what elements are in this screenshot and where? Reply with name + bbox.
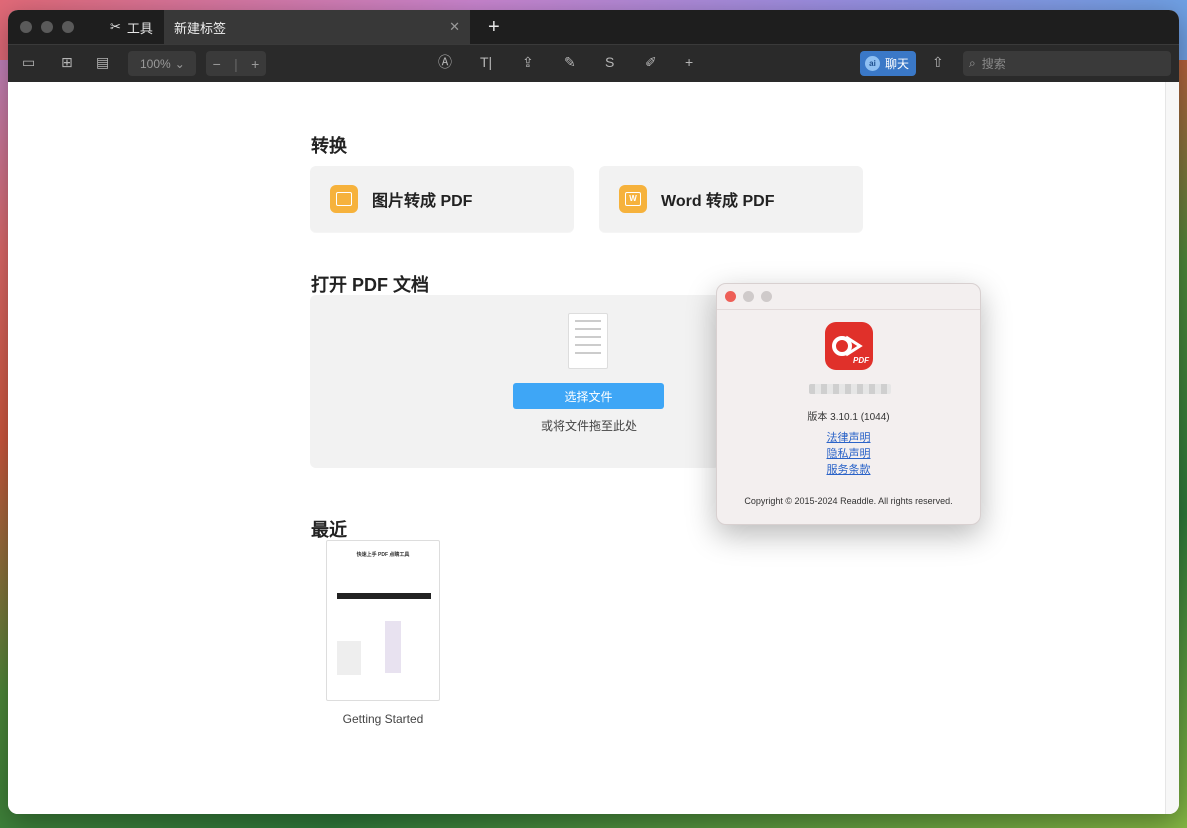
note-icon[interactable]: ✎: [564, 55, 576, 69]
tab-new[interactable]: 新建标签 ✕: [164, 10, 470, 44]
zoom-select[interactable]: 100% ⌄: [128, 51, 196, 76]
sidebar-toggle-icon[interactable]: ▭: [22, 55, 35, 69]
word-icon: W: [619, 185, 647, 213]
recent-file-name: Getting Started: [342, 712, 424, 726]
thumb-graphic: [385, 621, 401, 673]
new-tab-button[interactable]: +: [488, 17, 500, 37]
zoom-value: 100%: [140, 56, 171, 71]
thumbnails-icon[interactable]: ⊞: [61, 55, 73, 69]
card-label: Word 转成 PDF: [661, 193, 775, 210]
zoom-window-button[interactable]: [62, 21, 74, 33]
thumb-bar: [337, 593, 431, 599]
about-dialog: PDF 版本 3.10.1 (1044) 法律声明 隐私声明 服务条款 Copy…: [716, 283, 981, 525]
divider: |: [234, 55, 238, 72]
word-to-pdf-button[interactable]: W Word 转成 PDF: [599, 166, 863, 232]
image-to-pdf-button[interactable]: 图片转成 PDF: [310, 166, 574, 232]
strikethrough-icon[interactable]: S: [605, 55, 614, 69]
thumb-graphic: [337, 641, 361, 675]
text-tool-icon[interactable]: T|: [480, 55, 492, 69]
drop-hint: 或将文件拖至此处: [540, 419, 637, 433]
chat-button[interactable]: ai 聊天: [860, 51, 916, 76]
open-pdf-heading: 打开 PDF 文档: [311, 275, 430, 295]
toolbar: ▭ ⊞ ▤ 100% ⌄ − | + Ⓐ T| ⇪ ✎ S ✐ + ai 聊天 …: [8, 44, 1179, 82]
version-text: 版本 3.10.1 (1044): [807, 412, 890, 423]
image-icon: [330, 185, 358, 213]
zoom-dialog-button: [761, 291, 772, 302]
app-logo-icon: PDF: [825, 322, 873, 370]
share-upload-icon[interactable]: ⇪: [522, 55, 534, 69]
page-layout-icon[interactable]: ▤: [96, 55, 109, 69]
recent-file-thumbnail[interactable]: 快速上手 PDF 点睛工具: [326, 540, 440, 701]
privacy-link[interactable]: 隐私声明: [717, 445, 980, 461]
scrollbar[interactable]: [1165, 82, 1179, 814]
close-dialog-button[interactable]: [725, 291, 736, 302]
chevron-down-icon: ⌄: [174, 56, 185, 71]
app-window: ✂ 工具 新建标签 ✕ + ▭ ⊞ ▤ 100% ⌄ − | + Ⓐ T| ⇪ …: [8, 10, 1179, 814]
tab-label: 工具: [126, 20, 153, 36]
convert-heading: 转换: [311, 136, 347, 156]
window-controls: [20, 21, 74, 33]
close-tab-icon[interactable]: ✕: [449, 19, 460, 35]
ai-icon: ai: [865, 56, 880, 71]
zoom-stepper: − | +: [206, 51, 266, 76]
card-label: 图片转成 PDF: [372, 193, 473, 210]
search-input[interactable]: [981, 56, 1152, 71]
document-icon: [568, 313, 608, 369]
about-titlebar: [717, 284, 980, 310]
share-icon[interactable]: ⇧: [932, 55, 944, 69]
thumb-title: 快速上手 PDF 点睛工具: [356, 552, 410, 558]
close-window-button[interactable]: [20, 21, 32, 33]
text-box-icon[interactable]: Ⓐ: [438, 55, 452, 69]
recent-heading: 最近: [311, 520, 347, 540]
terms-link[interactable]: 服务条款: [717, 461, 980, 477]
minimize-window-button[interactable]: [41, 21, 53, 33]
copyright-text: Copyright © 2015-2024 Readdle. All right…: [744, 496, 953, 506]
chat-label: 聊天: [885, 57, 910, 71]
add-tool-icon[interactable]: +: [685, 55, 693, 69]
start-page: 转换 图片转成 PDF W Word 转成 PDF 打开 PDF 文档 选择文件…: [8, 82, 1165, 814]
tools-icon: ✂: [110, 19, 121, 34]
search-icon: ⌕: [969, 56, 976, 70]
app-name-redacted: [809, 384, 891, 394]
legal-link[interactable]: 法律声明: [717, 429, 980, 445]
logo-text: PDF: [853, 356, 869, 365]
tab-tools[interactable]: ✂ 工具: [110, 18, 164, 37]
titlebar: ✂ 工具 新建标签 ✕ +: [8, 10, 1179, 44]
search-box: ⌕: [963, 51, 1171, 76]
drop-zone[interactable]: 选择文件 或将文件拖至此处: [310, 295, 720, 468]
pencil-icon[interactable]: ✐: [645, 55, 657, 69]
choose-file-button[interactable]: 选择文件: [513, 383, 664, 409]
tab-label: 新建标签: [174, 20, 227, 36]
minimize-dialog-button: [743, 291, 754, 302]
zoom-out-button[interactable]: −: [213, 56, 221, 72]
zoom-in-button[interactable]: +: [251, 56, 259, 72]
